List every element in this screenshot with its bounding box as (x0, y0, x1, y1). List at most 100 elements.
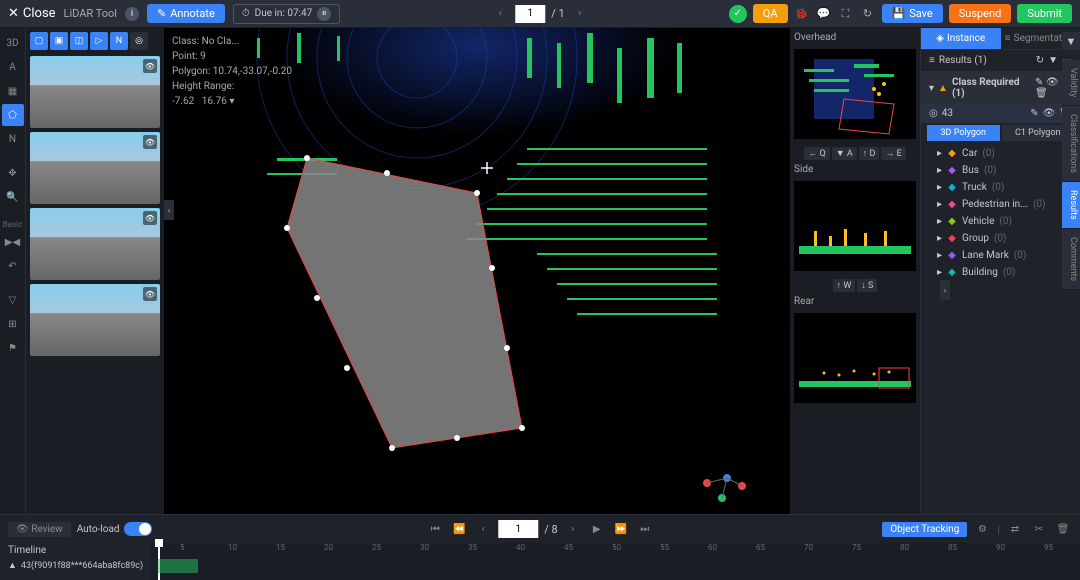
tool-play-icon[interactable]: ▶◀ (2, 231, 24, 253)
tool-3d[interactable]: 3D (2, 32, 24, 54)
eye-icon[interactable]: 👁 (143, 135, 157, 149)
fullscreen-icon[interactable]: ⛶ (838, 6, 854, 22)
tool-polygon-icon[interactable]: ⬠ (2, 104, 24, 126)
eye-icon[interactable]: 👁 (143, 59, 157, 73)
edit-icon[interactable]: ✎ (1030, 108, 1038, 119)
qa-button[interactable]: QA (753, 4, 788, 23)
sidetab-comments[interactable]: Comments (1062, 229, 1080, 290)
filter-icon[interactable]: ▼ (1062, 32, 1080, 50)
trash-icon[interactable]: 🗑 (1054, 520, 1072, 538)
thumb-tool-5[interactable]: N (110, 32, 128, 50)
refresh-icon[interactable]: ↻ (1036, 55, 1044, 66)
thumb-tool-target-icon[interactable]: ◎ (130, 32, 148, 50)
thumb-tool-3[interactable]: ◫ (70, 32, 88, 50)
class-item[interactable]: ▸◆Truck (0) (921, 179, 1080, 196)
info-icon[interactable]: i (125, 7, 139, 21)
review-button[interactable]: 👁 Review (8, 522, 71, 537)
bug-icon[interactable]: 🐞 (794, 6, 810, 22)
tool-zoom-icon[interactable]: 🔍 (2, 186, 24, 208)
tool-image-icon[interactable]: ▦ (2, 80, 24, 102)
eye-icon[interactable]: 👁 (143, 211, 157, 225)
tool-move-icon[interactable]: ✥ (2, 162, 24, 184)
tool-flag-icon[interactable]: ⚑ (2, 337, 24, 359)
submit-button[interactable]: Submit (1017, 4, 1072, 23)
frame-input[interactable] (498, 520, 538, 538)
track-label[interactable]: ▲ 43(f9091f88***664aba8fc89c) (8, 560, 142, 571)
rear-view[interactable] (794, 313, 916, 403)
save-button[interactable]: 💾Save (882, 4, 943, 23)
eye-icon[interactable]: 👁 (143, 287, 157, 301)
sidetab-classifications[interactable]: Classifications (1062, 106, 1080, 182)
collapse-thumbnails-button[interactable]: ‹ (164, 200, 174, 220)
eye-icon[interactable]: 👁 (1043, 108, 1056, 119)
edit-icon[interactable]: ✎ (1035, 77, 1043, 88)
forward-button[interactable]: ⏩ (612, 520, 630, 538)
class-item[interactable]: ▸◆Pedestrian in... (0) (921, 196, 1080, 213)
overhead-view[interactable] (794, 49, 916, 139)
class-item[interactable]: ▸◆Building (0) (921, 264, 1080, 281)
page-prev-button[interactable]: ‹ (491, 5, 509, 23)
timeline-track[interactable]: 5101520253035404550556065707580859095 (150, 543, 1080, 580)
filter-icon[interactable]: ▼ (1048, 55, 1058, 66)
chevron-down-icon[interactable]: ▾ (229, 96, 234, 107)
side-view[interactable] (794, 181, 916, 271)
tool-grid-icon[interactable]: ⊞ (2, 313, 24, 335)
sidetab-results[interactable]: Results (1062, 182, 1080, 229)
sidetab-validity[interactable]: Validity (1062, 60, 1080, 106)
camera-thumb-3[interactable]: 👁 (30, 208, 160, 280)
pause-button[interactable]: ⏸ (317, 7, 331, 21)
tool-undo-icon[interactable]: ↶ (2, 255, 24, 277)
camera-thumb-4[interactable]: 👁 (30, 284, 160, 356)
subtab-3d-polygon[interactable]: 3D Polygon (927, 125, 1000, 141)
skip-last-button[interactable]: ⏭ (636, 520, 654, 538)
thumb-tool-4[interactable]: ▷ (90, 32, 108, 50)
pager: ‹ / 1 › (491, 5, 588, 23)
side-label: Side (794, 164, 916, 175)
prev-frame-button[interactable]: ‹ (474, 520, 492, 538)
autoload-switch[interactable] (124, 522, 152, 536)
timeline-tick: 75 (852, 543, 861, 552)
play-button[interactable]: ▶ (588, 520, 606, 538)
suspend-button[interactable]: Suspend (949, 4, 1012, 23)
thumb-tool-1[interactable]: ▢ (30, 32, 48, 50)
timeline-region[interactable] (158, 559, 198, 573)
chevron-right-icon: ▸ (937, 182, 942, 193)
tool-filter-icon[interactable]: ▽ (2, 289, 24, 311)
class-item[interactable]: ▸◆Car (0) (921, 145, 1080, 162)
gear-icon[interactable]: ⚙ (973, 520, 991, 538)
skip-first-button[interactable]: ⏮ (426, 520, 444, 538)
next-frame-button[interactable]: › (564, 520, 582, 538)
camera-thumb-1[interactable]: 👁 (30, 56, 160, 128)
cube-icon: ◈ (936, 33, 944, 44)
result-item-43[interactable]: ◎ 43 ✎ 👁 🗑 (921, 104, 1080, 123)
class-item[interactable]: ▸◆Bus (0) (921, 162, 1080, 179)
expand-sideviews-button[interactable]: › (940, 280, 950, 300)
tab-instance[interactable]: ◈Instance (921, 28, 1001, 49)
lidar-canvas[interactable]: Class: No Cla... Point: 9 Polygon: 10.74… (164, 28, 790, 514)
warning-icon: ▲ (938, 83, 948, 94)
page-input[interactable] (515, 5, 545, 23)
tool-text-icon[interactable]: A (2, 56, 24, 78)
rewind-button[interactable]: ⏪ (450, 520, 468, 538)
class-required-row[interactable]: ▾ ▲ Class Required (1) ✎ 👁 🗑 (921, 72, 1080, 104)
class-item[interactable]: ▸◆Vehicle (0) (921, 213, 1080, 230)
annotate-button[interactable]: ✎ Annotate (147, 4, 225, 23)
timeline-tick: 70 (804, 543, 813, 552)
camera-thumb-2[interactable]: 👁 (30, 132, 160, 204)
thumb-tool-2[interactable]: ▣ (50, 32, 68, 50)
link-icon[interactable]: ⇄ (1006, 520, 1024, 538)
layers-icon: ≡ (1005, 33, 1011, 44)
page-next-button[interactable]: › (571, 5, 589, 23)
delete-icon[interactable]: 🗑 (1035, 88, 1048, 99)
object-tracking-button[interactable]: Object Tracking (882, 522, 967, 537)
comment-icon[interactable]: 💬 (816, 6, 832, 22)
refresh-icon[interactable]: ↻ (860, 6, 876, 22)
cut-icon[interactable]: ✂ (1030, 520, 1048, 538)
class-item[interactable]: ▸◆Lane Mark (0) (921, 247, 1080, 264)
tool-nav-icon[interactable]: N (2, 128, 24, 150)
side-keys: ↑ W ↓ S (794, 279, 916, 292)
chevron-down-icon: ▾ (929, 83, 934, 94)
close-button[interactable]: ✕ Close (8, 6, 56, 21)
eye-icon[interactable]: 👁 (1046, 77, 1059, 88)
class-item[interactable]: ▸◆Group (0) (921, 230, 1080, 247)
